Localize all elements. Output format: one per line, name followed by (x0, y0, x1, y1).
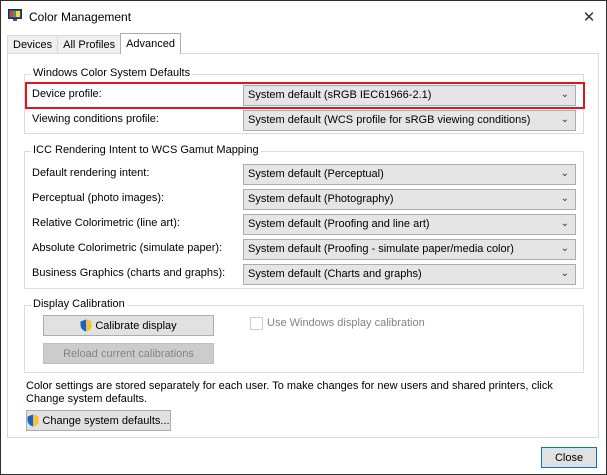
absolute-colorimetric-value: System default (Proofing - simulate pape… (248, 243, 514, 255)
chevron-down-icon: ⌄ (560, 168, 569, 179)
default-intent-label: Default rendering intent: (32, 167, 150, 179)
device-profile-highlight (25, 82, 585, 109)
shield-icon (80, 319, 92, 332)
window-title: Color Management (29, 10, 132, 24)
business-graphics-value: System default (Charts and graphs) (248, 268, 422, 280)
tab-strip: Devices All Profiles Advanced (7, 33, 182, 54)
chevron-down-icon: ⌄ (560, 218, 569, 229)
relative-colorimetric-select[interactable]: System default (Proofing and line art) ⌄ (243, 214, 576, 235)
viewing-conditions-value: System default (WCS profile for sRGB vie… (248, 114, 531, 126)
title-bar: Color Management ✕ (1, 1, 606, 32)
chevron-down-icon: ⌄ (560, 114, 569, 125)
close-icon[interactable]: ✕ (576, 7, 602, 27)
reload-calibrations-label: Reload current calibrations (63, 347, 194, 360)
perceptual-select[interactable]: System default (Photography) ⌄ (243, 189, 576, 210)
default-intent-select[interactable]: System default (Perceptual) ⌄ (243, 164, 576, 185)
change-system-defaults-label: Change system defaults... (42, 414, 170, 427)
display-calibration-title: Display Calibration (31, 298, 127, 310)
reload-calibrations-button[interactable]: Reload current calibrations (43, 343, 214, 364)
relative-colorimetric-label: Relative Colorimetric (line art): (32, 217, 180, 229)
default-intent-value: System default (Perceptual) (248, 168, 384, 180)
change-system-defaults-button[interactable]: Change system defaults... (26, 410, 171, 431)
close-button[interactable]: Close (541, 447, 597, 468)
shield-icon (27, 414, 39, 427)
relative-colorimetric-value: System default (Proofing and line art) (248, 218, 430, 230)
absolute-colorimetric-label: Absolute Colorimetric (simulate paper): (32, 242, 223, 254)
calibrate-display-label: Calibrate display (95, 319, 177, 332)
tab-all-profiles[interactable]: All Profiles (57, 35, 122, 54)
chevron-down-icon: ⌄ (560, 243, 569, 254)
tab-devices[interactable]: Devices (7, 35, 59, 54)
chevron-down-icon: ⌄ (560, 193, 569, 204)
color-management-window: Color Management ✕ Devices All Profiles … (0, 0, 607, 475)
business-graphics-select[interactable]: System default (Charts and graphs) ⌄ (243, 264, 576, 285)
viewing-conditions-label: Viewing conditions profile: (32, 113, 159, 125)
color-management-app-icon (8, 9, 22, 22)
perceptual-value: System default (Photography) (248, 193, 394, 205)
calibrate-display-button[interactable]: Calibrate display (43, 315, 214, 336)
chevron-down-icon: ⌄ (560, 268, 569, 279)
wcs-defaults-title: Windows Color System Defaults (31, 67, 193, 79)
business-graphics-label: Business Graphics (charts and graphs): (32, 267, 226, 279)
use-windows-calibration-checkbox[interactable] (250, 317, 263, 330)
perceptual-label: Perceptual (photo images): (32, 192, 165, 204)
absolute-colorimetric-select[interactable]: System default (Proofing - simulate pape… (243, 239, 576, 260)
tab-advanced[interactable]: Advanced (120, 33, 182, 54)
icc-mapping-title: ICC Rendering Intent to WCS Gamut Mappin… (31, 144, 261, 156)
use-windows-calibration-label: Use Windows display calibration (267, 317, 425, 329)
settings-note: Color settings are stored separately for… (26, 380, 553, 405)
viewing-conditions-select[interactable]: System default (WCS profile for sRGB vie… (243, 110, 576, 131)
